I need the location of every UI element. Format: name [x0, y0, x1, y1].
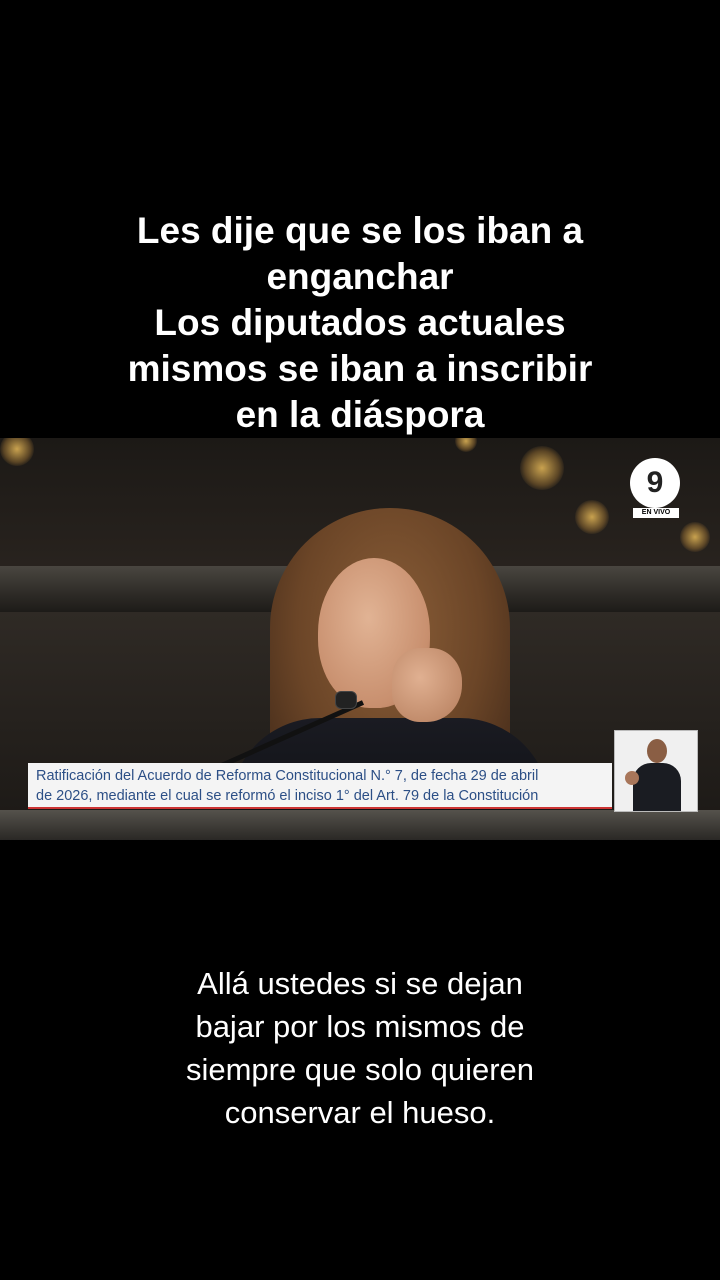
bokeh-light: [455, 438, 477, 452]
lower-third-banner: Ratificación del Acuerdo de Reforma Cons…: [28, 763, 612, 809]
caption-top-line: Los diputados actuales: [154, 302, 566, 343]
caption-bottom-line: bajar por los mismos de: [195, 1009, 525, 1044]
interpreter-head: [647, 739, 667, 763]
caption-bottom: Allá ustedes si se dejan bajar por los m…: [40, 962, 680, 1134]
caption-top: Les dije que se los iban a enganchar Los…: [40, 208, 680, 438]
bokeh-light: [575, 500, 609, 534]
bokeh-light: [520, 446, 564, 490]
video-frame[interactable]: 9 EN VIVO Ratificación del Acuerdo de Re…: [0, 438, 720, 840]
caption-top-line: mismos se iban a inscribir: [127, 348, 593, 389]
caption-top-line: Les dije que se los iban a: [136, 210, 584, 251]
sign-language-interpreter: [614, 730, 698, 812]
channel-logo-icon: 9: [630, 458, 680, 508]
speaker-hand: [392, 648, 462, 722]
caption-top-line: enganchar: [266, 256, 454, 297]
bokeh-light: [680, 522, 710, 552]
interpreter-hand: [625, 771, 639, 785]
caption-bottom-line: siempre que solo quieren: [185, 1052, 535, 1087]
caption-bottom-line: Allá ustedes si se dejan: [197, 966, 523, 1001]
interpreter-body: [633, 763, 681, 811]
caption-top-line: en la diáspora: [235, 394, 485, 435]
lower-third-line: Ratificación del Acuerdo de Reforma Cons…: [36, 768, 539, 784]
bokeh-light: [0, 438, 34, 466]
microphone-icon: [335, 691, 357, 709]
desk: [0, 810, 720, 840]
caption-bottom-line: conservar el hueso.: [224, 1095, 496, 1130]
lower-third-line: de 2026, mediante el cual se reformó el …: [36, 788, 539, 804]
live-label: EN VIVO: [633, 508, 679, 518]
